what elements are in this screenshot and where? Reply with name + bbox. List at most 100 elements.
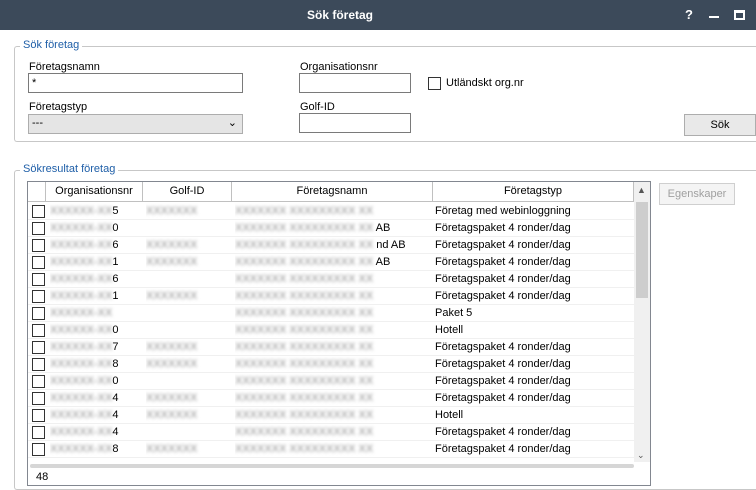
cell-golf-id (146, 322, 230, 339)
cell-company-type: Företagspaket 4 ronder/dag (435, 426, 571, 438)
row-checkbox[interactable] (32, 375, 45, 388)
cell-company-name: XXXXXXX XXXXXXXXX XX (235, 409, 374, 421)
cell-golf-id: XXXXXXX (146, 409, 198, 421)
maximize-icon (734, 10, 745, 20)
cell-company-type: Företagspaket 4 ronder/dag (435, 443, 571, 455)
horizontal-scrollbar-track[interactable] (30, 464, 634, 468)
search-button[interactable]: Sök (684, 114, 756, 136)
row-checkbox[interactable] (32, 409, 45, 422)
horizontal-scrollbar[interactable] (30, 461, 634, 469)
search-group-legend: Sök företag (20, 39, 83, 51)
properties-button[interactable]: Egenskaper (659, 183, 735, 205)
cell-company-name: XXXXXXX XXXXXXXXX XX (235, 426, 374, 438)
row-checkbox[interactable] (32, 341, 45, 354)
row-checkbox[interactable] (32, 307, 45, 320)
cell-org-nr: XXXXXX-XX1 (50, 256, 119, 268)
cell-company-name: XXXXXXX XXXXXXXXX XX AB (235, 222, 391, 234)
row-checkbox[interactable] (32, 222, 45, 235)
row-checkbox[interactable] (32, 443, 45, 456)
grid-header: Organisationsnr Golf-ID Företagsnamn För… (28, 182, 634, 202)
cell-org-nr: XXXXXX-XX6 (50, 273, 119, 285)
grid-rows: XXXXXX-XX5 XXXXXXX XXXXXXX XXXXXXXXX XX Fö… (28, 203, 634, 458)
cell-company-name: XXXXXXX XXXXXXXXX XX (235, 324, 374, 336)
row-checkbox[interactable] (32, 273, 45, 286)
cell-golf-id: XXXXXXX (146, 443, 198, 455)
cell-golf-id (146, 424, 230, 441)
cell-company-type: Företag med webinloggning (435, 205, 571, 217)
cell-company-name: XXXXXXX XXXXXXXXX XX (235, 341, 374, 353)
cell-company-type: Företagspaket 4 ronder/dag (435, 222, 571, 234)
column-header-company-type[interactable]: Företagstyp (433, 182, 634, 202)
cell-company-type: Hotell (435, 324, 464, 336)
row-checkbox[interactable] (32, 205, 45, 218)
cell-golf-id (146, 271, 230, 288)
column-header-golf-id[interactable]: Golf-ID (143, 182, 232, 202)
cell-org-nr: XXXXXX-XX5 (50, 205, 119, 217)
cell-golf-id: XXXXXXX (146, 341, 198, 353)
foreign-org-checkbox[interactable] (428, 77, 441, 90)
row-checkbox[interactable] (32, 358, 45, 371)
cell-company-type: Paket 5 (435, 307, 473, 319)
cell-org-nr: XXXXXX-XX (50, 307, 113, 319)
row-checkbox[interactable] (32, 290, 45, 303)
cell-company-name: XXXXXXX XXXXXXXXX XX AB (235, 256, 391, 268)
cell-org-nr: XXXXXX-XX1 (50, 290, 119, 302)
table-row[interactable]: XXXXXX-XX6 XXXXXXX XXXXXXX XXXXXXXXX XX nd… (28, 237, 634, 254)
table-row[interactable]: XXXXXX-XX0 XXXXXXX XXXXXXXXX XX Företagsp… (28, 373, 634, 390)
table-row[interactable]: XXXXXX-XX0 XXXXXXX XXXXXXXXX XX AB Företag… (28, 220, 634, 237)
cell-golf-id (146, 373, 230, 390)
table-row[interactable]: XXXXXX-XX XXXXXXX XXXXXXXXX XX Paket 5 (28, 305, 634, 322)
table-row[interactable]: XXXXXX-XX1 XXXXXXX XXXXXXX XXXXXXXXX XX AB… (28, 254, 634, 271)
cell-golf-id (146, 305, 230, 322)
vertical-scrollbar[interactable]: ▲ ⌄ (634, 182, 650, 462)
company-name-input[interactable] (28, 73, 243, 93)
company-name-label: Företagsnamn (29, 61, 100, 73)
cell-golf-id: XXXXXXX (146, 205, 198, 217)
table-row[interactable]: XXXXXX-XX8 XXXXXXX XXXXXXX XXXXXXXXX XX Fö… (28, 356, 634, 373)
table-row[interactable]: XXXXXX-XX6 XXXXXXX XXXXXXXXX XX Företagsp… (28, 271, 634, 288)
cell-company-name: XXXXXXX XXXXXXXXX XX (235, 205, 374, 217)
row-checkbox[interactable] (32, 426, 45, 439)
row-checkbox[interactable] (32, 256, 45, 269)
maximize-button[interactable] (732, 7, 748, 23)
golf-id-input[interactable] (299, 113, 411, 133)
row-checkbox[interactable] (32, 324, 45, 337)
row-checkbox[interactable] (32, 392, 45, 405)
table-row[interactable]: XXXXXX-XX8 XXXXXXX XXXXXXX XXXXXXXXX XX Fö… (28, 441, 634, 458)
cell-company-type: Hotell (435, 409, 464, 421)
cell-golf-id: XXXXXXX (146, 239, 198, 251)
cell-org-nr: XXXXXX-XX0 (50, 222, 119, 234)
scroll-up-icon[interactable]: ▲ (637, 185, 646, 195)
scrollbar-thumb[interactable] (636, 202, 648, 298)
cell-org-nr: XXXXXX-XX0 (50, 375, 119, 387)
table-row[interactable]: XXXXXX-XX4 XXXXXXX XXXXXXX XXXXXXXXX XX Ho… (28, 407, 634, 424)
column-header-org-nr[interactable]: Organisationsnr (46, 182, 143, 202)
table-row[interactable]: XXXXXX-XX1 XXXXXXX XXXXXXX XXXXXXXXX XX Fö… (28, 288, 634, 305)
cell-company-type: Företagspaket 4 ronder/dag (435, 375, 571, 387)
cell-company-name: XXXXXXX XXXXXXXXX XX (235, 358, 374, 370)
cell-golf-id (146, 220, 230, 237)
table-row[interactable]: XXXXXX-XX0 XXXXXXX XXXXXXXXX XX Hotell (28, 322, 634, 339)
results-group-legend: Sökresultat företag (20, 163, 119, 175)
cell-company-type: Företagspaket 4 ronder/dag (435, 256, 571, 268)
help-button[interactable]: ? (681, 7, 697, 23)
scroll-down-icon[interactable]: ⌄ (637, 450, 645, 461)
column-header-company-name[interactable]: Företagsnamn (232, 182, 433, 202)
cell-org-nr: XXXXXX-XX6 (50, 239, 119, 251)
minimize-icon (709, 16, 719, 18)
org-nr-input[interactable] (299, 73, 411, 93)
table-row[interactable]: XXXXXX-XX5 XXXXXXX XXXXXXX XXXXXXXXX XX Fö… (28, 203, 634, 220)
table-row[interactable]: XXXXXX-XX7 XXXXXXX XXXXXXX XXXXXXXXX XX Fö… (28, 339, 634, 356)
company-type-select[interactable]: --- ⌄ (28, 114, 243, 134)
cell-company-type: Företagspaket 4 ronder/dag (435, 358, 571, 370)
row-checkbox[interactable] (32, 239, 45, 252)
cell-org-nr: XXXXXX-XX4 (50, 426, 119, 438)
cell-golf-id: XXXXXXX (146, 392, 198, 404)
select-column-header[interactable] (28, 182, 46, 202)
table-row[interactable]: XXXXXX-XX4 XXXXXXX XXXXXXXXX XX Företagsp… (28, 424, 634, 441)
cell-org-nr: XXXXXX-XX4 (50, 392, 119, 404)
cell-golf-id: XXXXXXX (146, 256, 198, 268)
minimize-button[interactable] (706, 7, 722, 23)
table-row[interactable]: XXXXXX-XX4 XXXXXXX XXXXXXX XXXXXXXXX XX Fö… (28, 390, 634, 407)
title-bar: Sök företag ? (0, 0, 756, 30)
